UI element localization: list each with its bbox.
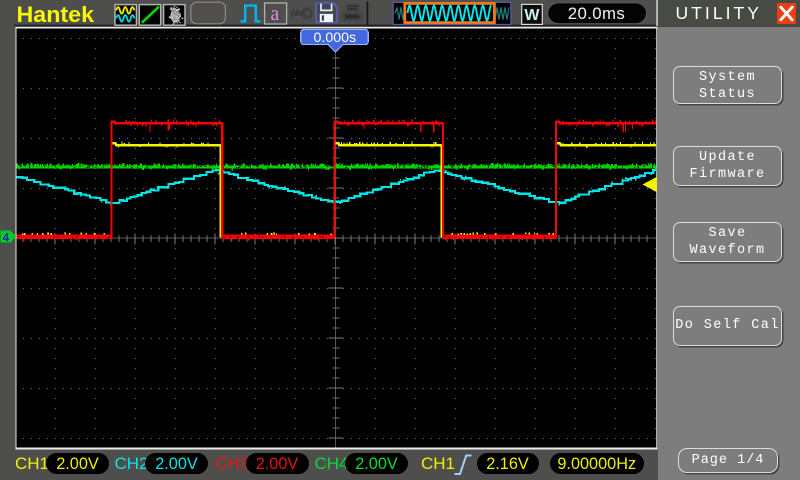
- svg-text:20.0ms: 20.0ms: [568, 4, 625, 23]
- svg-text:0.000s: 0.000s: [313, 30, 356, 46]
- svg-text:4: 4: [3, 232, 10, 244]
- svg-text:Hantek: Hantek: [17, 2, 95, 26]
- svg-text:a: a: [271, 4, 280, 25]
- svg-text:W: W: [524, 7, 540, 24]
